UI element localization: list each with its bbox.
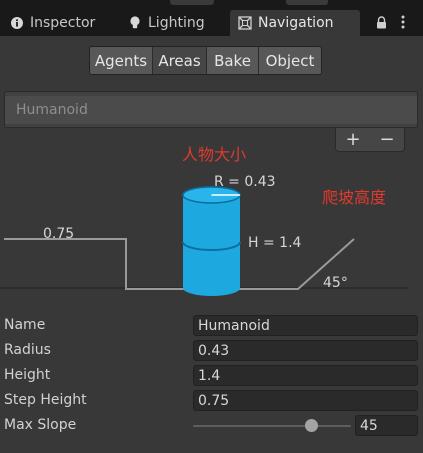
- areas-tab-button[interactable]: Areas: [153, 47, 207, 74]
- more-options-icon[interactable]: [400, 10, 406, 34]
- info-icon: [10, 16, 24, 30]
- agent-list-item[interactable]: Humanoid: [5, 96, 417, 124]
- bulb-icon: [128, 16, 142, 30]
- tab-navigation[interactable]: Navigation: [230, 10, 360, 36]
- max-slope-slider-track[interactable]: [193, 425, 351, 427]
- agent-cylinder-bottom: [183, 280, 240, 296]
- climb-height-annotation: 爬坡高度: [322, 188, 386, 207]
- agent-cylinder-body: [183, 195, 240, 288]
- radius-label-text: Radius: [4, 342, 51, 358]
- window-tab-bar: Inspector Lighting Navigation: [0, 0, 423, 36]
- navigation-icon: [238, 16, 252, 30]
- object-tab-button[interactable]: Object: [259, 47, 321, 74]
- tab-label: Inspector: [30, 15, 96, 31]
- radius-field[interactable]: 0.43: [193, 340, 418, 361]
- navigation-mode-toolbar: Agents Areas Bake Object: [89, 46, 322, 75]
- tab-label: Navigation: [258, 15, 334, 31]
- height-field[interactable]: 1.4: [193, 365, 418, 386]
- name-label: Name: [4, 317, 46, 333]
- height-label-text: Height: [4, 367, 51, 383]
- max-slope-slider-handle[interactable]: [305, 419, 318, 432]
- radius-label: R = 0.43: [214, 174, 276, 190]
- tab-stub: [170, 0, 214, 5]
- step-height-label-text: Step Height: [4, 392, 87, 408]
- slope-angle-label: 45°: [323, 275, 348, 291]
- step-height-field[interactable]: 0.75: [193, 390, 418, 411]
- height-label: H = 1.4: [248, 235, 302, 251]
- tab-stub: [286, 0, 328, 5]
- max-slope-label: Max Slope: [4, 417, 77, 433]
- name-field[interactable]: Humanoid: [193, 315, 418, 336]
- agent-diagram: 0.75 R = 0.43 H = 1.4 45° 人物大小 爬坡高度: [0, 145, 408, 296]
- tab-inspector[interactable]: Inspector: [2, 10, 112, 36]
- max-slope-field[interactable]: 45: [355, 415, 418, 436]
- agent-type-list: Humanoid: [4, 91, 418, 128]
- agent-size-annotation: 人物大小: [182, 145, 246, 164]
- tab-lighting[interactable]: Lighting: [120, 10, 230, 36]
- tab-label: Lighting: [148, 15, 205, 31]
- bake-tab-button[interactable]: Bake: [207, 47, 259, 74]
- lock-icon[interactable]: [376, 10, 387, 34]
- step-profile-line: [4, 238, 355, 290]
- agents-tab-button[interactable]: Agents: [90, 47, 153, 74]
- step-height-label: 0.75: [43, 226, 74, 242]
